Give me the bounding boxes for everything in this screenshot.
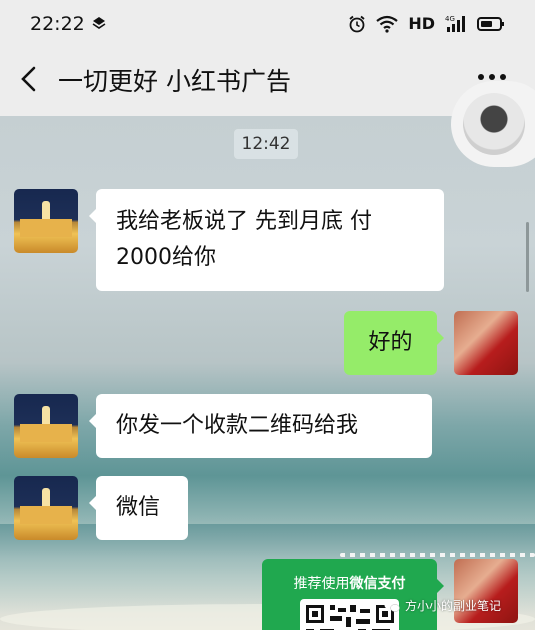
contact-avatar[interactable] — [14, 189, 78, 253]
floating-contact-avatar[interactable] — [463, 93, 525, 155]
back-arrow-icon[interactable] — [16, 64, 44, 94]
watermark-text: 方小小的副业笔记 — [405, 599, 502, 613]
message-timestamp: 12:42 — [234, 129, 298, 159]
layers-icon — [92, 17, 106, 29]
message-text: 我给老板说了 先到月底 付2000给你 — [116, 209, 372, 270]
cellular-signal-icon: 4G — [445, 15, 465, 32]
contact-avatar[interactable] — [14, 394, 78, 458]
more-options-icon[interactable] — [477, 73, 507, 81]
message-text: 好的 — [368, 330, 413, 355]
wifi-icon — [376, 15, 399, 33]
incoming-message-bubble[interactable]: 我给老板说了 先到月底 付2000给你 — [89, 189, 444, 291]
buoy-line-decoration — [340, 553, 535, 557]
message-text: 你发一个收款二维码给我 — [116, 413, 359, 438]
payment-label-bold: 微信支付 — [349, 576, 406, 592]
incoming-message-bubble[interactable]: 你发一个收款二维码给我 — [89, 394, 432, 458]
hd-indicator: HD — [408, 14, 435, 33]
outgoing-message-bubble[interactable]: 好的 — [344, 311, 444, 375]
payment-card-label: 推荐使用微信支付 — [262, 573, 437, 593]
my-avatar[interactable] — [454, 311, 518, 375]
contact-avatar[interactable] — [14, 476, 78, 540]
scroll-indicator[interactable] — [526, 222, 529, 292]
signal-label: 4G — [445, 15, 455, 23]
incoming-message-bubble[interactable]: 微信 — [89, 476, 188, 540]
watermark: 方小小的副业笔记 — [384, 597, 501, 614]
chat-title: 一切更好 小红书广告 — [58, 67, 291, 96]
battery-icon — [477, 16, 504, 31]
message-text: 微信 — [116, 495, 161, 520]
wechat-logo-icon — [384, 600, 400, 612]
status-time: 22:22 — [30, 13, 85, 35]
status-bar: 22:22 HD 4G — [0, 0, 535, 50]
payment-qr-card[interactable]: 推荐使用微信支付 — [262, 559, 444, 630]
alarm-icon — [349, 15, 365, 32]
payment-label-prefix: 推荐使用 — [293, 576, 350, 592]
chat-screen: 22:22 HD 4G 一切更好 小红书广告 12:42 我给老板说了 先到月底… — [0, 0, 535, 630]
